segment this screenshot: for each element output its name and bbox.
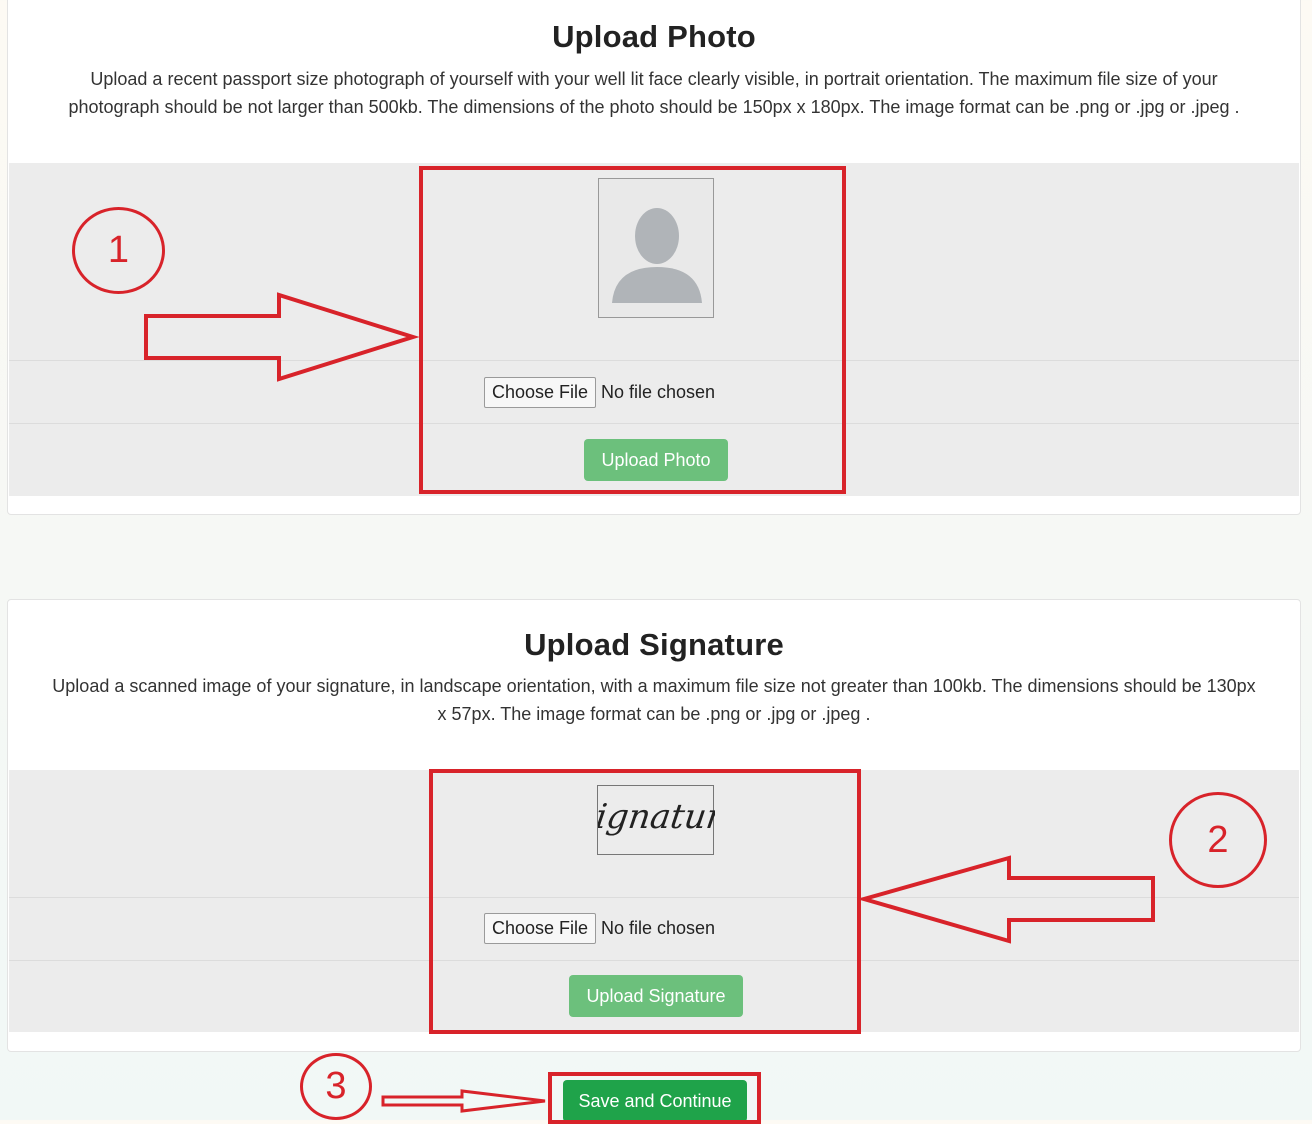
arrow-right-small-icon [381, 1089, 546, 1113]
annotation-arrows [144, 292, 1155, 1113]
arrow-right-icon [144, 292, 420, 382]
arrow-left-icon [856, 855, 1155, 944]
